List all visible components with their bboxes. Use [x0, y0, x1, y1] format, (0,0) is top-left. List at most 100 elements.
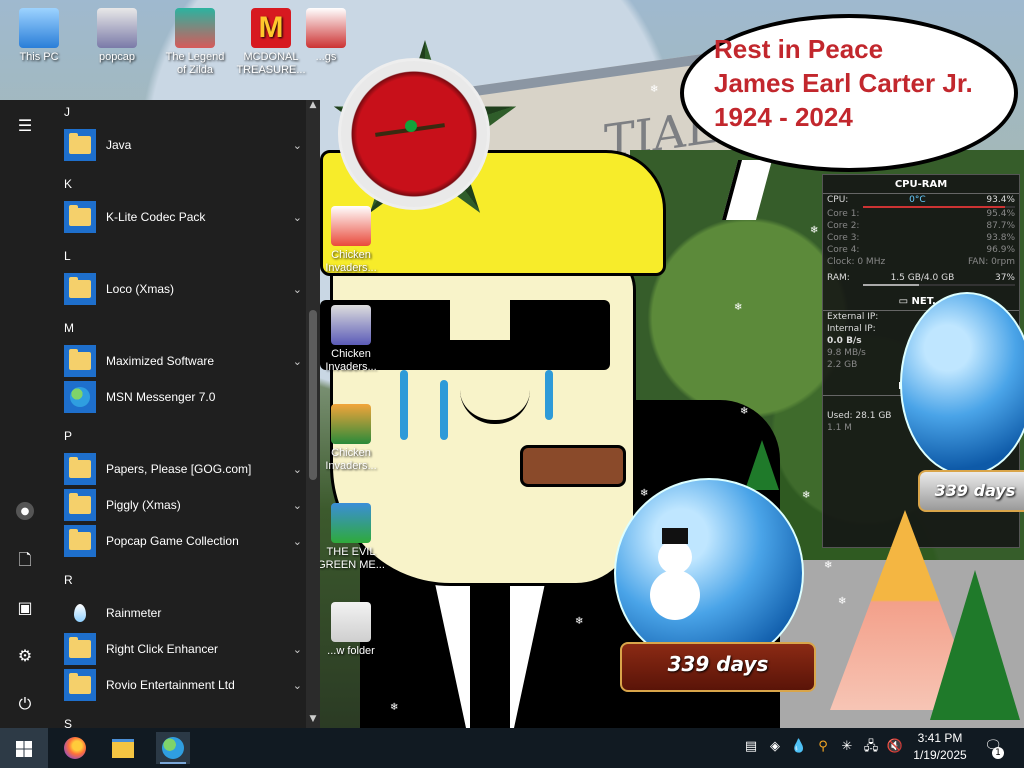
snow-globe-center[interactable] — [614, 478, 804, 668]
clock-fan-row: Clock: 0 MHz FAN: 0rpm — [823, 256, 1019, 268]
taskbar-date[interactable]: 1/19/2025 — [908, 748, 972, 762]
core-label: Core 3: — [827, 233, 860, 243]
network-icon[interactable]: 🖧 — [862, 738, 880, 756]
scroll-down-icon[interactable]: ▼ — [306, 714, 320, 726]
power-icon[interactable]: ⏻ — [15, 694, 35, 714]
app-label: Piggly (Xmas) — [106, 498, 181, 512]
cartoon-tear — [400, 370, 408, 440]
app-label: Loco (Xmas) — [106, 282, 175, 296]
core-value: 87.7% — [986, 221, 1015, 231]
app-item-popcap-game-collection[interactable]: Popcap Game Collection ⌄ — [58, 524, 306, 558]
core-row: Core 1: 95.4% — [823, 208, 1019, 220]
cartoon-cigar — [520, 445, 626, 487]
taskbar-msn[interactable] — [156, 732, 190, 764]
clock-center — [405, 120, 417, 132]
app-item-rovio[interactable]: Rovio Entertainment Ltd ⌄ — [58, 668, 306, 702]
section-letter-r[interactable]: R — [64, 573, 73, 587]
desktop-icon-label: ...w folder — [327, 645, 375, 657]
app-item-loco[interactable]: Loco (Xmas) ⌄ — [58, 272, 306, 306]
cpu-bar-fill — [863, 206, 1005, 208]
cpu-ram-title: CPU-RAM — [823, 175, 1019, 194]
computer-icon — [19, 8, 59, 48]
chicken-invaders-icon — [331, 305, 371, 345]
core-row: Core 2: 87.7% — [823, 220, 1019, 232]
desktop-icon-popcap[interactable]: popcap — [82, 8, 152, 64]
desktop-icon-label: Chicken Invaders... — [325, 249, 377, 274]
scrollbar-thumb[interactable] — [309, 310, 317, 480]
taskbar-firefox[interactable] — [58, 732, 92, 764]
net-speed-down-value: 9.8 MB/s — [827, 348, 866, 358]
app-label: Popcap Game Collection — [106, 534, 239, 548]
app-item-right-click-enhancer[interactable]: Right Click Enhancer ⌄ — [58, 632, 306, 666]
app-item-piggly[interactable]: Piggly (Xmas) ⌄ — [58, 488, 306, 522]
msn-icon — [162, 737, 184, 759]
search-tool-icon[interactable]: ⚲ — [814, 738, 832, 756]
ram-bar — [863, 284, 1015, 286]
rainmeter-icon[interactable]: 💧 — [790, 738, 808, 756]
desktop-icon-chicken-invaders-3[interactable]: Chicken Invaders... — [316, 404, 386, 473]
task-manager-icon[interactable]: ▤ — [742, 738, 760, 756]
cpu-row: CPU: 0°C 93.4% — [823, 194, 1019, 206]
desktop-icon-evil-green-me[interactable]: THE EVIL GREEN ME... — [316, 503, 386, 572]
snowflake-icon: ❄ — [650, 84, 659, 95]
section-letter-p[interactable]: P — [64, 429, 72, 443]
app-item-rainmeter[interactable]: Rainmeter — [58, 596, 306, 630]
app-item-papers-please[interactable]: Papers, Please [GOG.com] ⌄ — [58, 452, 306, 486]
cpu-temp: 0°C — [909, 195, 926, 205]
section-letter-m[interactable]: M — [64, 321, 74, 335]
desktop-icon-label: ...gs — [315, 51, 337, 63]
folder-icon — [64, 345, 96, 377]
firefox-icon — [64, 737, 86, 759]
settings-icon[interactable]: ⚙ — [15, 646, 35, 666]
drive-sub: 1.1 M — [827, 423, 852, 433]
app-item-java[interactable]: Java ⌄ — [58, 128, 306, 162]
cpu-label: CPU: — [827, 195, 849, 205]
taskbar-time[interactable]: 3:41 PM — [910, 731, 970, 745]
chevron-down-icon: ⌄ — [292, 642, 302, 656]
taskbar-file-explorer[interactable] — [106, 732, 140, 764]
app-item-maximized-software[interactable]: Maximized Software ⌄ — [58, 344, 306, 378]
snowflake-icon: ❄ — [802, 490, 811, 501]
snowflake-icon: ❄ — [734, 302, 743, 313]
desktop-icon-chicken-invaders-2[interactable]: Chicken Invaders... — [316, 305, 386, 374]
start-menu-rail: ☰ ● 🗋 ▣ ⚙ ⏻ — [0, 100, 50, 728]
desktop-icon-new-folder[interactable]: ...w folder — [316, 602, 386, 658]
app-item-msn-messenger[interactable]: MSN Messenger 7.0 — [58, 380, 306, 414]
section-letter-s[interactable]: S — [64, 717, 72, 728]
folder-icon — [64, 633, 96, 665]
app-icon[interactable]: ◈ — [766, 738, 784, 756]
chevron-down-icon: ⌄ — [292, 498, 302, 512]
desktop-icon-label: This PC — [19, 51, 59, 63]
snow-globe-center-base: 339 days — [620, 642, 816, 692]
snowflake-icon: ❄ — [575, 616, 584, 627]
pictures-icon[interactable]: ▣ — [15, 598, 35, 618]
desktop-icon-label: The Legend of Zilda — [165, 51, 225, 76]
section-letter-j[interactable]: J — [64, 105, 70, 119]
desktop-icon-legend-of-zilda[interactable]: The Legend of Zilda — [160, 8, 230, 77]
hamburger-icon[interactable]: ☰ — [15, 116, 35, 136]
chevron-down-icon: ⌄ — [292, 210, 302, 224]
ram-row: RAM: 1.5 GB/4.0 GB 37% — [823, 272, 1019, 284]
section-letter-l[interactable]: L — [64, 249, 71, 263]
desktop-icon-this-pc[interactable]: This PC — [4, 8, 74, 64]
start-app-list: J Java ⌄ K K-Lite Codec Pack ⌄ L Loco (X… — [50, 100, 306, 728]
core-label: Core 1: — [827, 209, 860, 219]
desktop-icon-partial[interactable]: ...gs — [306, 8, 346, 64]
snowflake-icon[interactable]: ✳ — [838, 738, 856, 756]
section-letter-k[interactable]: K — [64, 177, 72, 191]
documents-icon[interactable]: 🗋 — [15, 550, 35, 570]
desktop-icon-mcdonal-treasure[interactable]: M MCDONAL TREASURE... — [236, 8, 306, 77]
user-icon[interactable]: ● — [16, 502, 34, 520]
chicken-invaders-icon — [331, 404, 371, 444]
clock-widget[interactable] — [338, 58, 490, 210]
app-item-k-lite[interactable]: K-Lite Codec Pack ⌄ — [58, 200, 306, 234]
desktop-icon-chicken-invaders-1[interactable]: Chicken Invaders... — [316, 206, 386, 275]
snowman-head — [658, 540, 692, 574]
volume-icon[interactable]: 🔇 — [886, 738, 904, 756]
cpu-value: 93.4% — [986, 195, 1015, 205]
net-total-value: 2.2 GB — [827, 360, 858, 370]
scroll-up-icon[interactable]: ▲ — [306, 100, 320, 112]
notification-count-badge: 1 — [992, 747, 1004, 759]
snow-globe-right[interactable] — [900, 292, 1024, 476]
snowman-body — [650, 570, 700, 620]
